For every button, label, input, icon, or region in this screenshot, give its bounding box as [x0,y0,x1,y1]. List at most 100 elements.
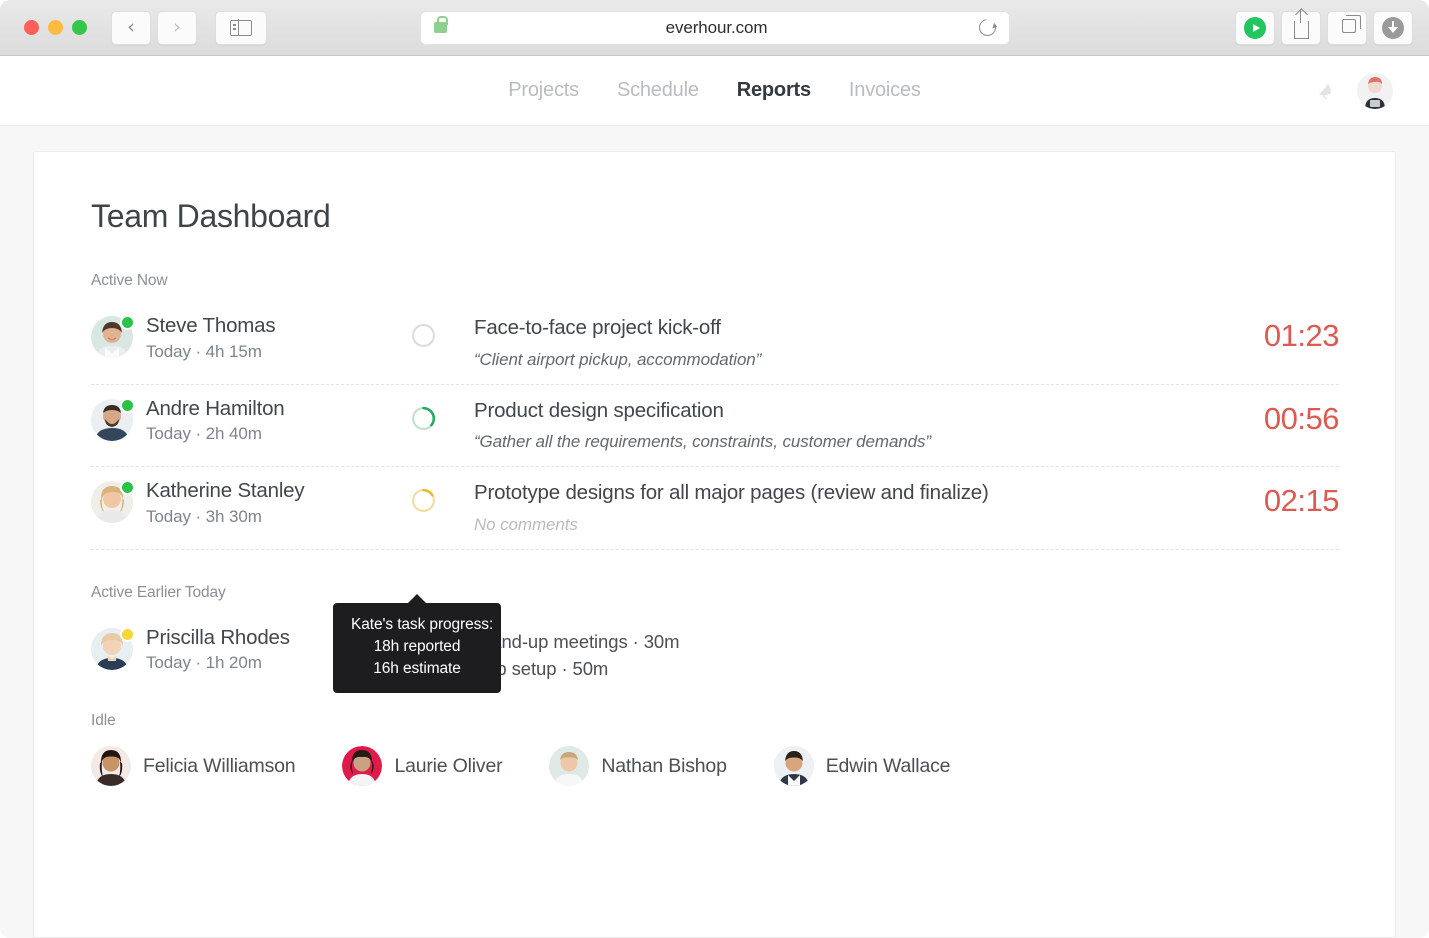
avatar-wrapper [91,626,135,670]
share-button[interactable] [1281,9,1321,45]
maximize-window-button[interactable] [72,20,87,35]
person-meta: Today · 2h 40m [146,424,262,444]
idle-people-list: Felicia Williamson Laurie Oliver Nathan … [91,746,1339,787]
downloads-button[interactable] [1373,10,1413,45]
play-extension-icon [1244,16,1266,39]
earlier-row[interactable]: Priscilla Rhodes Today · 1h 20m Stand-up… [91,614,1339,683]
status-badge-away [120,626,135,642]
active-row[interactable]: Andre Hamilton Today · 2h 40m Product de… [91,385,1340,468]
tooltip-line-reported: 18h reported [373,638,461,655]
task-note: No comments [474,514,578,534]
browser-window: ‹ › everhour.com Projects Schedule Repor… [0,0,1429,938]
section-label-idle: Idle [91,712,116,730]
url-text: everhour.com [665,17,768,37]
page-title: Team Dashboard [91,198,331,234]
person-info[interactable]: Andre Hamilton Today · 2h 40m [91,397,411,445]
idle-person-name: Laurie Oliver [394,754,503,777]
back-button[interactable]: ‹ [111,10,151,45]
sidebar-toggle-button[interactable] [215,10,267,45]
task-timer[interactable]: 02:15 [1209,479,1340,519]
task-note: “Client airport pickup, accommodation” [474,349,762,369]
header-right-controls [1315,72,1393,109]
site-header: Projects Schedule Reports Invoices [0,56,1429,126]
avatar[interactable] [1357,72,1393,109]
task-title: Product design specification [474,398,724,422]
idle-person-name: Edwin Wallace [825,754,951,777]
active-row[interactable]: Katherine Stanley Today · 3h 30m Prototy… [91,467,1340,550]
section-label-active-now: Active Now [91,272,168,289]
share-icon [1293,9,1309,39]
nav-item-schedule[interactable]: Schedule [617,79,699,102]
list-item[interactable]: Edwin Wallace [773,746,951,787]
person-meta: Today · 3h 30m [146,506,262,526]
list-item[interactable]: Laurie Oliver [342,746,503,787]
task-progress-tooltip: Kate's task progress: 18h reported 16h e… [333,594,501,693]
task-progress-cell[interactable] [411,314,474,348]
play-extension-button[interactable] [1235,10,1275,45]
avatar-wrapper [91,480,135,524]
tab-overview-icon [1341,15,1361,33]
list-item[interactable]: Nathan Bishop [549,746,727,787]
earlier-task-item: App setup · 50m [474,657,609,679]
browser-chrome: ‹ › everhour.com [0,0,1429,56]
idle-person-name: Nathan Bishop [601,754,727,777]
task-details: Prototype designs for all major pages (r… [474,479,1209,535]
person-text: Katherine Stanley Today · 3h 30m [146,479,305,527]
nav-item-reports[interactable]: Reports [737,79,811,102]
task-title: Prototype designs for all major pages (r… [474,481,989,505]
minimize-window-button[interactable] [48,20,63,35]
task-note: “Gather all the requirements, constraint… [474,432,931,452]
person-info[interactable]: Katherine Stanley Today · 3h 30m [91,479,411,527]
progress-ring-empty-icon[interactable] [411,323,436,348]
task-timer[interactable]: 00:56 [1209,397,1340,437]
earlier-task-item: Stand-up meetings · 30m [474,630,680,652]
task-title: Face-to-face project kick-off [474,316,721,339]
page-background: Team Dashboard Active Now Steve Thomas T… [0,126,1429,938]
task-details: Face-to-face project kick-off “Client ai… [474,314,1209,370]
person-text: Steve Thomas Today · 4h 15m [146,314,276,362]
chevron-right-icon: › [173,16,181,38]
browser-toolbar-right [1235,9,1413,45]
dashboard-card: Team Dashboard Active Now Steve Thomas T… [33,151,1396,938]
nav-item-projects[interactable]: Projects [508,79,579,102]
chevron-left-icon: ‹ [127,16,135,38]
tooltip-line-title: Kate's task progress: [351,616,494,633]
progress-ring-green-icon[interactable] [411,406,436,431]
notification-bell-icon[interactable] [1315,80,1337,102]
reload-icon[interactable] [975,15,999,40]
person-name: Katherine Stanley [146,479,305,503]
status-badge-online [120,315,135,330]
person-info[interactable]: Steve Thomas Today · 4h 15m [91,314,411,362]
avatar [549,746,590,787]
person-name: Steve Thomas [146,314,276,337]
person-name: Andre Hamilton [146,396,285,420]
section-label-active-earlier: Active Earlier Today [91,583,226,601]
tooltip-line-estimate: 16h estimate [373,660,461,677]
forward-button[interactable]: › [157,10,197,45]
window-traffic-lights[interactable] [24,20,87,35]
person-meta: Today · 1h 20m [146,653,262,673]
task-progress-cell[interactable] [411,479,474,513]
close-window-button[interactable] [24,20,39,35]
progress-ring-yellow-icon[interactable] [411,488,436,513]
download-icon [1382,16,1404,39]
idle-person-name: Felicia Williamson [143,754,296,777]
active-row[interactable]: Steve Thomas Today · 4h 15m Face-to-face… [91,302,1340,385]
task-progress-cell[interactable] [411,397,474,431]
avatar-wrapper [91,397,135,441]
person-text: Andre Hamilton Today · 2h 40m [146,397,285,445]
status-badge-online [120,480,135,496]
earlier-task-list: Stand-up meetings · 30m App setup · 50m [474,626,1339,683]
sidebar-toggle-icon [230,18,252,37]
address-bar[interactable]: everhour.com [419,10,1010,45]
task-details: Product design specification “Gather all… [474,397,1209,453]
list-item[interactable]: Felicia Williamson [91,746,296,787]
tab-overview-button[interactable] [1327,10,1367,45]
task-timer[interactable]: 01:23 [1209,314,1340,354]
status-badge-online [120,397,135,413]
main-navigation: Projects Schedule Reports Invoices [508,79,921,102]
avatar [342,746,383,787]
person-meta: Today · 4h 15m [146,341,262,361]
nav-item-invoices[interactable]: Invoices [849,79,921,102]
avatar [91,746,131,787]
